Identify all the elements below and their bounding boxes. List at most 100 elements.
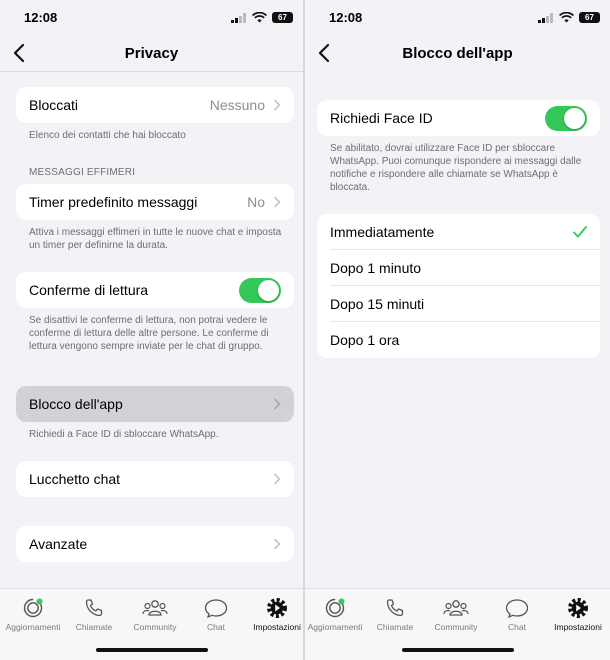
blocked-row[interactable]: Bloccati Nessuno: [16, 87, 294, 123]
app-lock-card: Blocco dell'app: [16, 386, 294, 422]
chevron-right-icon: [273, 99, 281, 111]
tab-calls[interactable]: Chiamate: [64, 597, 124, 632]
read-receipts-note: Se disattivi le conferme di lettura, non…: [29, 315, 269, 352]
tab-label: Aggiornamenti: [307, 622, 363, 632]
blocked-value: Nessuno: [209, 97, 265, 113]
read-receipts-toggle[interactable]: [239, 277, 281, 303]
advanced-label: Avanzate: [29, 536, 88, 552]
chat-lock-label: Lucchetto chat: [29, 471, 121, 487]
status-time: 12:08: [24, 10, 58, 25]
tab-label: Impostazioni: [554, 622, 602, 632]
timer-value: No: [247, 194, 265, 210]
nav-bar: Privacy: [0, 36, 303, 72]
tab-updates[interactable]: Aggiornamenti: [305, 597, 365, 632]
tab-updates[interactable]: Aggiornamenti: [3, 597, 63, 632]
timer-note: Attiva i messaggi effimeri in tutte le n…: [29, 227, 282, 251]
tab-settings[interactable]: Impostazioni: [548, 597, 608, 632]
status-time: 12:08: [329, 10, 363, 25]
page-title: Blocco dell'app: [402, 45, 513, 62]
read-receipts-label: Conferme di lettura: [29, 282, 149, 298]
option-label: Dopo 1 ora: [330, 332, 400, 348]
toggle-knob: [564, 107, 585, 129]
advanced-card: Avanzate: [16, 526, 294, 562]
option-label: Immediatamente: [330, 224, 435, 240]
app-lock-row[interactable]: Blocco dell'app: [16, 386, 294, 422]
phone-icon: [386, 599, 404, 617]
read-receipts-row: Conferme di lettura: [16, 272, 294, 308]
blocked-label: Bloccati: [29, 97, 79, 113]
blocked-note: Elenco dei contatti che hai bloccato: [29, 130, 186, 141]
privacy-screen: 12:08 67 Privacy Bloccati Nessuno Elenco…: [0, 0, 303, 660]
updates-icon: [23, 598, 43, 618]
updates-icon: [325, 598, 345, 618]
status-bar: 12:08 67: [0, 0, 303, 36]
chevron-right-icon: [273, 196, 281, 208]
tab-label: Impostazioni: [253, 622, 301, 632]
timer-label: Timer predefinito messaggi: [29, 194, 198, 210]
lock-timing-card: Immediatamente Dopo 1 minuto Dopo 15 min…: [317, 214, 600, 358]
ephemeral-section-header: MESSAGGI EFFIMERI: [29, 167, 136, 178]
chat-lock-card: Lucchetto chat: [16, 461, 294, 497]
tab-label: Chat: [508, 622, 526, 632]
faceid-note: Se abilitato, dovrai utilizzare Face ID …: [330, 143, 582, 193]
chat-icon: [204, 599, 228, 619]
option-immediately[interactable]: Immediatamente: [317, 214, 600, 250]
wifi-icon: [559, 12, 574, 23]
tab-bar: Aggiornamenti Chiamate Community Chat Im…: [0, 588, 303, 660]
status-icons: 67: [538, 12, 600, 23]
tab-community[interactable]: Community: [125, 597, 185, 632]
phone-icon: [85, 599, 103, 617]
status-icons: 67: [231, 12, 293, 23]
community-icon: [443, 600, 469, 616]
page-title: Privacy: [124, 45, 179, 62]
tab-label: Chiamate: [75, 622, 113, 632]
nav-bar: Blocco dell'app: [305, 36, 610, 72]
timer-row[interactable]: Timer predefinito messaggi No: [16, 184, 294, 220]
tab-chat[interactable]: Chat: [186, 597, 246, 632]
option-15-minutes[interactable]: Dopo 15 minuti: [317, 286, 600, 322]
tab-calls[interactable]: Chiamate: [365, 597, 425, 632]
chevron-right-icon: [273, 398, 281, 410]
app-lock-label: Blocco dell'app: [29, 396, 123, 412]
advanced-row[interactable]: Avanzate: [16, 526, 294, 562]
battery-icon: 67: [272, 12, 293, 23]
tab-chat[interactable]: Chat: [487, 597, 547, 632]
faceid-toggle[interactable]: [545, 105, 587, 131]
tab-label: Community: [434, 622, 478, 632]
settings-gear-icon: [267, 598, 287, 618]
app-lock-screen: 12:08 67 Blocco dell'app Richiedi Face I…: [305, 0, 610, 660]
tab-label: Community: [133, 622, 177, 632]
chat-icon: [505, 599, 529, 619]
chat-lock-row[interactable]: Lucchetto chat: [16, 461, 294, 497]
wifi-icon: [252, 12, 267, 23]
home-indicator: [95, 648, 208, 652]
option-1-minute[interactable]: Dopo 1 minuto: [317, 250, 600, 286]
checkmark-icon: [573, 226, 587, 238]
battery-icon: 67: [579, 12, 600, 23]
tab-settings[interactable]: Impostazioni: [247, 597, 303, 632]
status-bar: 12:08 67: [305, 0, 610, 36]
timer-card: Timer predefinito messaggi No: [16, 184, 294, 220]
blocked-card: Bloccati Nessuno: [16, 87, 294, 123]
chevron-right-icon: [273, 538, 281, 550]
option-1-hour[interactable]: Dopo 1 ora: [317, 322, 600, 358]
option-label: Dopo 15 minuti: [330, 296, 425, 312]
app-lock-note: Richiedi a Face ID di sbloccare WhatsApp…: [29, 429, 219, 440]
settings-gear-icon: [568, 598, 588, 618]
faceid-label: Richiedi Face ID: [330, 110, 433, 126]
chevron-right-icon: [273, 473, 281, 485]
tab-community[interactable]: Community: [426, 597, 486, 632]
cellular-signal-icon: [538, 12, 553, 23]
cellular-signal-icon: [231, 12, 246, 23]
read-receipts-card: Conferme di lettura: [16, 272, 294, 308]
community-icon: [142, 600, 168, 616]
faceid-row: Richiedi Face ID: [317, 100, 600, 136]
option-label: Dopo 1 minuto: [330, 260, 422, 276]
tab-bar: Aggiornamenti Chiamate Community Chat Im…: [305, 588, 610, 660]
faceid-card: Richiedi Face ID: [317, 100, 600, 136]
tab-label: Chiamate: [376, 622, 414, 632]
tab-label: Chat: [207, 622, 225, 632]
toggle-knob: [258, 279, 279, 301]
tab-label: Aggiornamenti: [5, 622, 61, 632]
home-indicator: [401, 648, 514, 652]
